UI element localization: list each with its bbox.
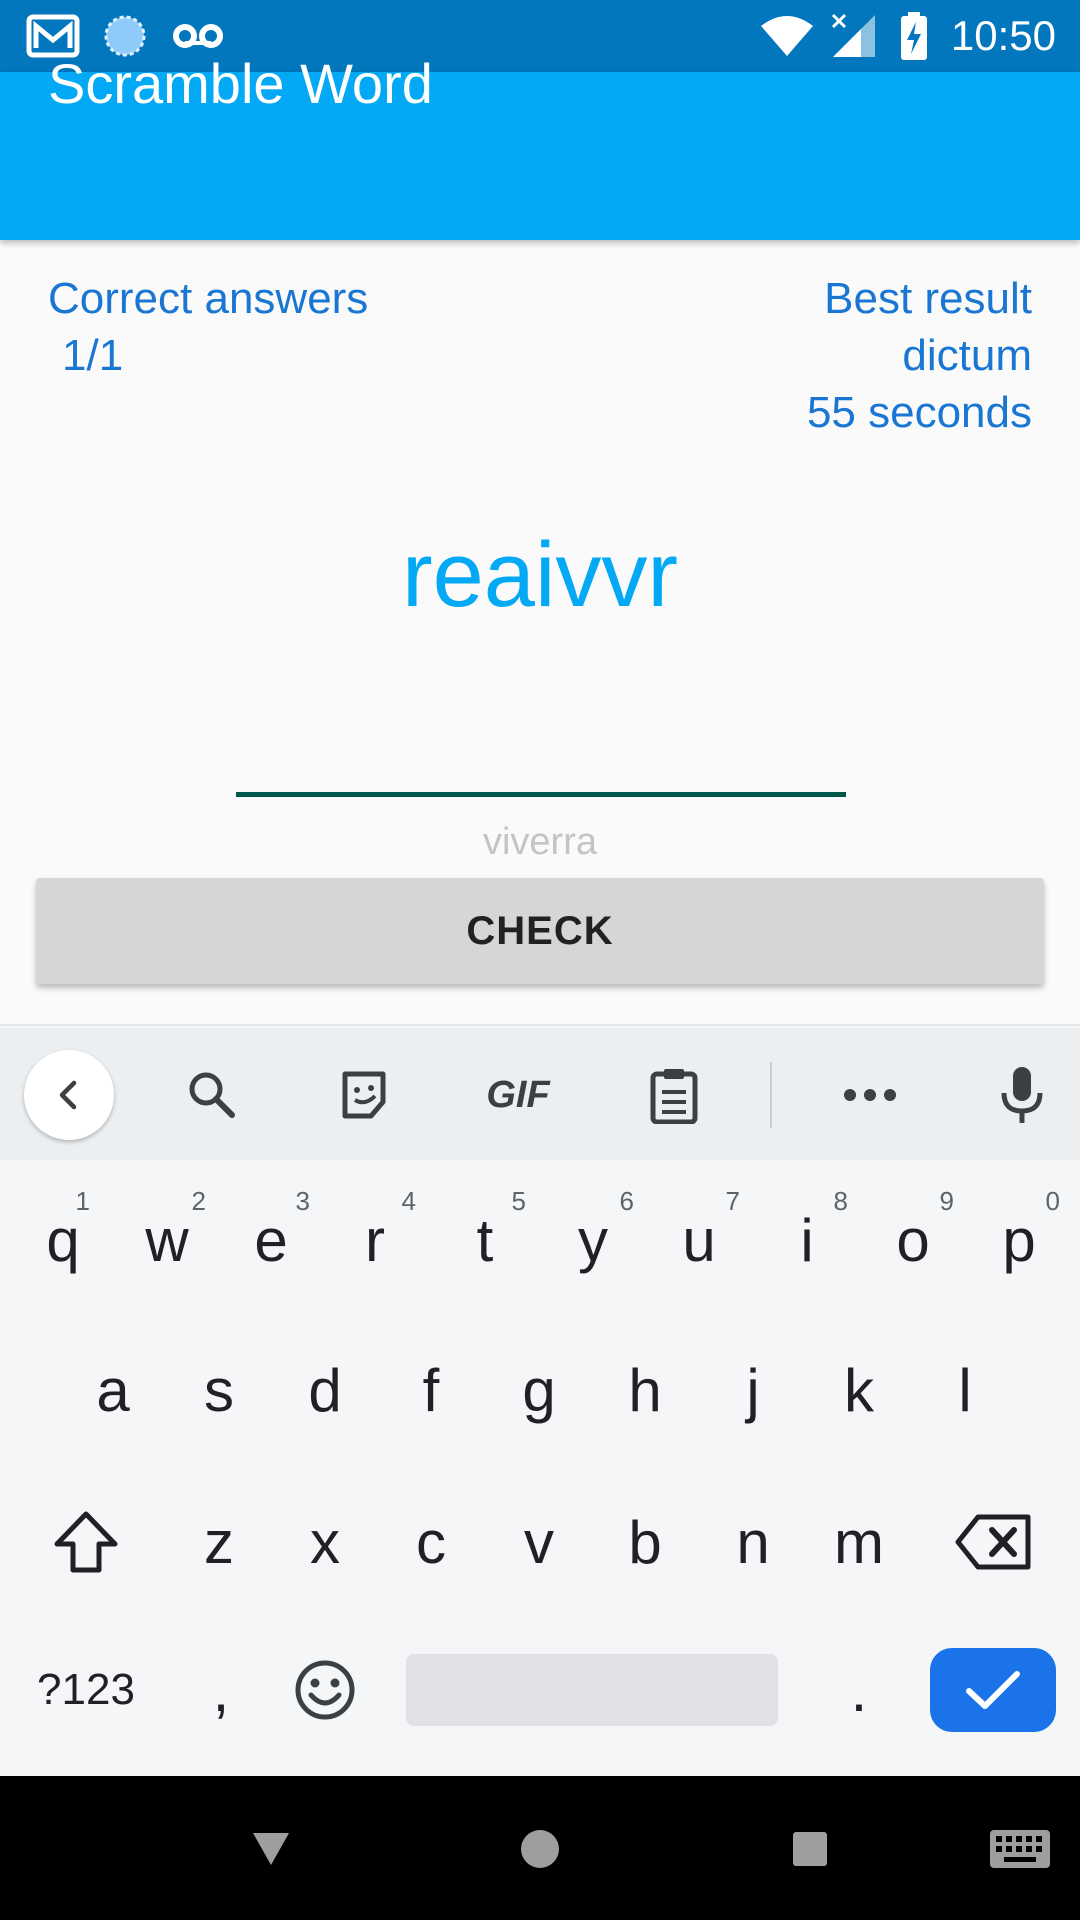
key-label: u — [682, 1206, 716, 1274]
correct-answers-panel: Correct answers 1/1 — [48, 270, 368, 384]
enter-key[interactable] — [930, 1648, 1056, 1732]
key-label: e — [254, 1206, 288, 1274]
keyboard-switch-icon[interactable] — [982, 1814, 1058, 1884]
gif-icon[interactable]: GIF — [468, 1058, 568, 1132]
mic-icon[interactable] — [982, 1058, 1062, 1132]
key-d[interactable]: d — [280, 1330, 370, 1450]
hint-text: viverra — [482, 821, 598, 863]
key-hint-1: 1 — [75, 1186, 90, 1216]
best-result-time: 55 seconds — [806, 388, 1032, 437]
space-key[interactable] — [406, 1654, 778, 1726]
key-hint-3: 3 — [295, 1186, 310, 1216]
best-result-panel: Best result dictum 55 seconds — [807, 270, 1032, 441]
nav-home-icon[interactable] — [505, 1814, 575, 1884]
key-hint-8: 8 — [833, 1186, 848, 1216]
scrambled-word: reaivvr — [401, 524, 679, 626]
key-j[interactable]: j — [708, 1330, 798, 1450]
key-label: p — [1002, 1206, 1036, 1274]
shift-icon — [54, 1511, 118, 1573]
key-x[interactable]: x — [280, 1482, 370, 1602]
key-p[interactable]: 0p — [974, 1180, 1064, 1300]
key-e[interactable]: 3e — [226, 1180, 316, 1300]
key-hint-4: 4 — [401, 1186, 416, 1216]
key-hint-2: 2 — [191, 1186, 206, 1216]
best-result-word: dictum — [902, 331, 1032, 380]
emoji-icon — [295, 1660, 355, 1720]
status-time: 10:50 — [950, 12, 1056, 59]
key-n[interactable]: n — [708, 1482, 798, 1602]
back-icon[interactable] — [24, 1050, 114, 1140]
key-hint-0: 0 — [1045, 1186, 1060, 1216]
key-y[interactable]: 6y — [548, 1180, 638, 1300]
key-v[interactable]: v — [494, 1482, 584, 1602]
key-u[interactable]: 7u — [654, 1180, 744, 1300]
key-o[interactable]: 9o — [868, 1180, 958, 1300]
check-icon — [966, 1671, 1020, 1709]
key-hint-6: 6 — [619, 1186, 634, 1216]
period-key[interactable]: . — [814, 1630, 904, 1750]
battery-charging-icon — [898, 12, 930, 60]
key-label: o — [896, 1206, 930, 1274]
key-hint-9: 9 — [939, 1186, 954, 1216]
key-q[interactable]: 1q — [18, 1180, 108, 1300]
key-r[interactable]: 4r — [330, 1180, 420, 1300]
backspace-icon — [955, 1514, 1031, 1570]
key-g[interactable]: g — [494, 1330, 584, 1450]
comma-key[interactable]: , — [176, 1630, 266, 1750]
key-w[interactable]: 2w — [122, 1180, 212, 1300]
key-hint-5: 5 — [511, 1186, 526, 1216]
key-h[interactable]: h — [600, 1330, 690, 1450]
symbols-key[interactable]: ?123 — [24, 1630, 148, 1750]
key-c[interactable]: c — [386, 1482, 476, 1602]
key-label: r — [365, 1206, 385, 1274]
nav-back-icon[interactable] — [236, 1814, 306, 1884]
key-label: y — [578, 1206, 608, 1274]
key-a[interactable]: a — [68, 1330, 158, 1450]
key-l[interactable]: l — [920, 1330, 1010, 1450]
wifi-icon — [758, 12, 816, 60]
emoji-key[interactable] — [280, 1630, 370, 1750]
backspace-key[interactable] — [944, 1482, 1044, 1602]
answer-input[interactable] — [236, 720, 846, 797]
nav-recents-icon[interactable] — [775, 1814, 845, 1884]
key-z[interactable]: z — [174, 1482, 264, 1602]
toolbar-divider — [770, 1062, 772, 1128]
key-label: w — [145, 1206, 189, 1274]
correct-answers-label: Correct answers — [48, 274, 369, 323]
key-hint-7: 7 — [725, 1186, 740, 1216]
check-button[interactable]: CHECK — [36, 878, 1044, 984]
signal-icon — [830, 12, 878, 60]
shift-key[interactable] — [36, 1482, 136, 1602]
key-label: i — [800, 1206, 814, 1274]
sticker-icon[interactable] — [324, 1058, 404, 1132]
search-icon[interactable] — [172, 1058, 252, 1132]
key-t[interactable]: 5t — [440, 1180, 530, 1300]
key-k[interactable]: k — [814, 1330, 904, 1450]
key-label: t — [476, 1206, 494, 1274]
correct-answers-value: 1/1 — [62, 331, 124, 380]
clipboard-icon[interactable] — [634, 1058, 714, 1132]
key-f[interactable]: f — [386, 1330, 476, 1450]
more-icon[interactable] — [830, 1058, 910, 1132]
key-m[interactable]: m — [814, 1482, 904, 1602]
key-b[interactable]: b — [600, 1482, 690, 1602]
app-title: Scramble Word — [48, 52, 433, 115]
key-i[interactable]: 8i — [762, 1180, 852, 1300]
best-result-label: Best result — [824, 274, 1032, 323]
key-s[interactable]: s — [174, 1330, 264, 1450]
